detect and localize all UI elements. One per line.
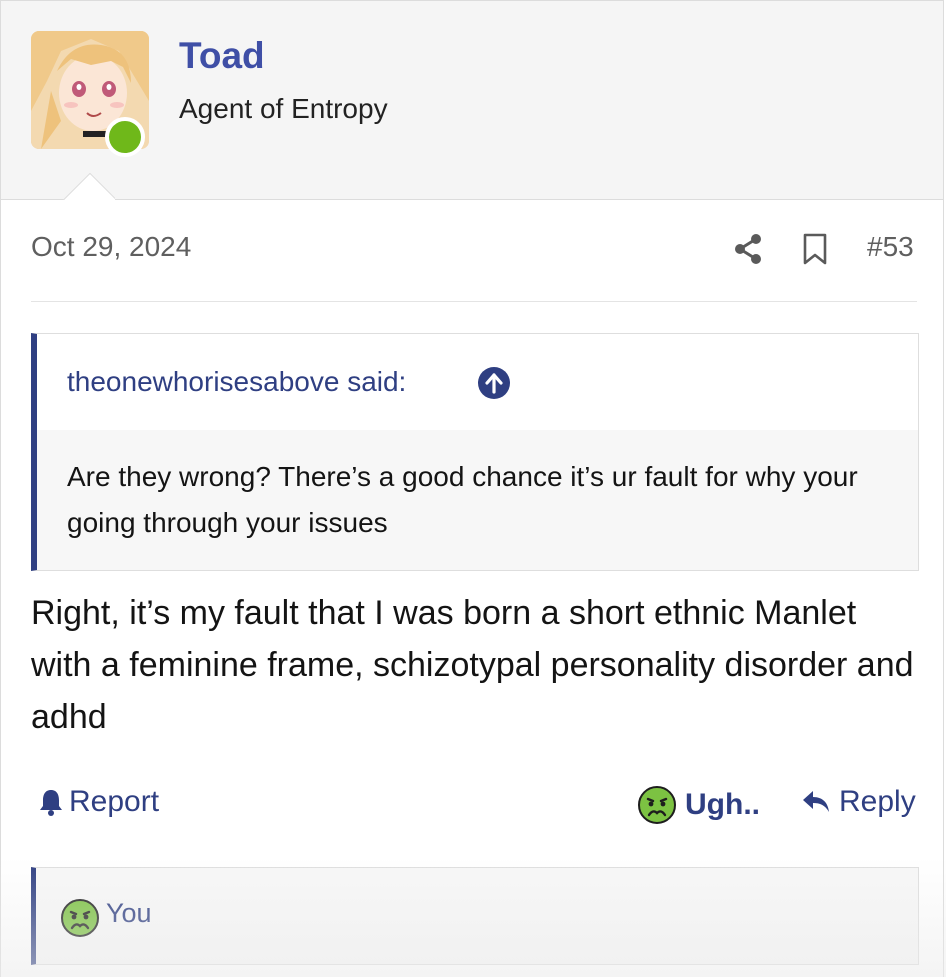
sick-face-icon [60,898,100,943]
reply-button[interactable]: Reply [801,785,916,819]
username[interactable]: Toad [179,35,265,77]
reaction-button[interactable]: Ugh.. [637,785,760,825]
reactions-bar[interactable]: You [31,867,919,965]
message-body: Right, it’s my fault that I was born a s… [31,594,914,736]
sick-face-icon [637,785,677,825]
quote-header: theonewhorisesabove said: [37,334,918,430]
bookmark-icon[interactable] [802,233,828,270]
header-pointer [63,173,115,200]
divider [31,301,917,302]
post-date[interactable]: Oct 29, 2024 [31,231,191,263]
quote-text: Are they wrong? There’s a good chance it… [67,461,858,538]
quote-body: Are they wrong? There’s a good chance it… [37,430,918,570]
reacted-by-list[interactable]: You [106,898,152,929]
report-button[interactable]: Report [37,785,159,819]
share-icon[interactable] [733,233,763,270]
user-header: Toad Agent of Entropy [1,1,943,200]
arrow-up-circle-icon[interactable] [477,366,511,400]
reaction-label: Ugh.. [685,788,760,821]
reply-icon [801,789,831,815]
post-number[interactable]: #53 [867,231,914,263]
user-title: Agent of Entropy [179,93,388,124]
online-status-dot [105,117,145,157]
quote-block: theonewhorisesabove said: Are they wrong… [31,333,919,571]
bell-icon [37,787,65,817]
quote-author[interactable]: theonewhorisesabove said: [67,366,406,398]
report-label: Report [69,785,160,818]
post: Toad Agent of Entropy Oct 29, 2024 #53 t… [0,0,944,977]
reply-label: Reply [839,785,916,818]
